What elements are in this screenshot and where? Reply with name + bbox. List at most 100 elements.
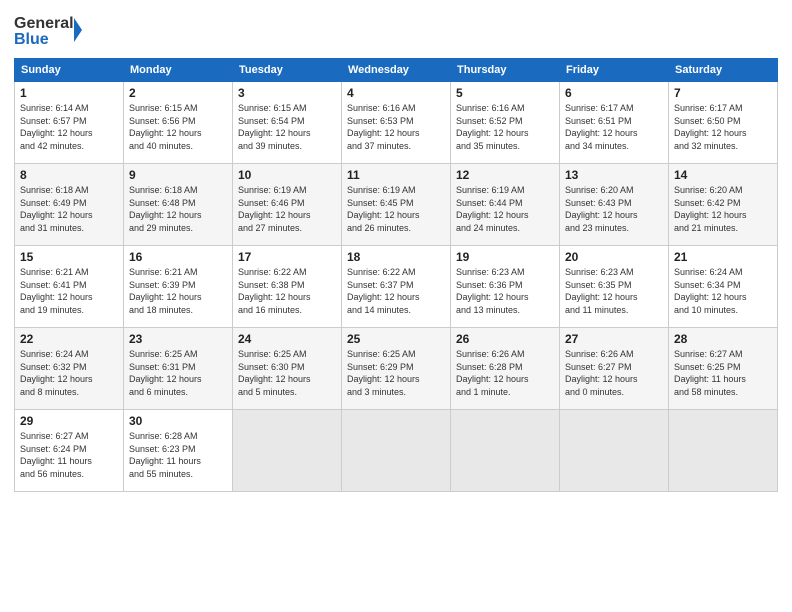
calendar-cell — [669, 410, 778, 492]
weekday-header: Sunday — [15, 59, 124, 82]
day-info: Sunrise: 6:25 AM Sunset: 6:29 PM Dayligh… — [347, 348, 445, 398]
day-info: Sunrise: 6:20 AM Sunset: 6:43 PM Dayligh… — [565, 184, 663, 234]
calendar-cell: 30 Sunrise: 6:28 AM Sunset: 6:23 PM Dayli… — [124, 410, 233, 492]
calendar-week-row: 22Sunrise: 6:24 AM Sunset: 6:32 PM Dayli… — [15, 328, 778, 410]
day-info: Sunrise: 6:25 AM Sunset: 6:31 PM Dayligh… — [129, 348, 227, 398]
day-number: 4 — [347, 86, 445, 100]
day-info: Sunrise: 6:22 AM Sunset: 6:37 PM Dayligh… — [347, 266, 445, 316]
day-info: Sunrise: 6:28 AM Sunset: 6:23 PM Dayligh… — [129, 430, 227, 480]
day-info: Sunrise: 6:18 AM Sunset: 6:48 PM Dayligh… — [129, 184, 227, 234]
calendar-cell: 10 Sunrise: 6:19 AM Sunset: 6:46 PM Dayli… — [233, 164, 342, 246]
weekday-header: Friday — [560, 59, 669, 82]
day-number: 23 — [129, 332, 227, 346]
day-info: Sunrise: 6:19 AM Sunset: 6:44 PM Dayligh… — [456, 184, 554, 234]
day-number: 19 — [456, 250, 554, 264]
day-info: Sunrise: 6:18 AM Sunset: 6:49 PM Dayligh… — [20, 184, 118, 234]
calendar-cell: 6Sunrise: 6:17 AM Sunset: 6:51 PM Daylig… — [560, 82, 669, 164]
calendar-cell: 18 Sunrise: 6:22 AM Sunset: 6:37 PM Dayli… — [342, 246, 451, 328]
day-info: Sunrise: 6:15 AM Sunset: 6:54 PM Dayligh… — [238, 102, 336, 152]
day-number: 11 — [347, 168, 445, 182]
calendar-cell: 13 Sunrise: 6:20 AM Sunset: 6:43 PM Dayli… — [560, 164, 669, 246]
calendar-cell: 16 Sunrise: 6:21 AM Sunset: 6:39 PM Dayli… — [124, 246, 233, 328]
day-number: 18 — [347, 250, 445, 264]
day-info: Sunrise: 6:27 AM Sunset: 6:25 PM Dayligh… — [674, 348, 772, 398]
calendar-cell: 20 Sunrise: 6:23 AM Sunset: 6:35 PM Dayli… — [560, 246, 669, 328]
day-number: 6 — [565, 86, 663, 100]
day-info: Sunrise: 6:26 AM Sunset: 6:27 PM Dayligh… — [565, 348, 663, 398]
svg-text:General: General — [14, 15, 74, 32]
calendar-cell: 11 Sunrise: 6:19 AM Sunset: 6:45 PM Dayli… — [342, 164, 451, 246]
day-number: 8 — [20, 168, 118, 182]
calendar-cell: 27 Sunrise: 6:26 AM Sunset: 6:27 PM Dayli… — [560, 328, 669, 410]
day-info: Sunrise: 6:19 AM Sunset: 6:45 PM Dayligh… — [347, 184, 445, 234]
weekday-header: Wednesday — [342, 59, 451, 82]
day-info: Sunrise: 6:23 AM Sunset: 6:35 PM Dayligh… — [565, 266, 663, 316]
day-info: Sunrise: 6:16 AM Sunset: 6:52 PM Dayligh… — [456, 102, 554, 152]
day-info: Sunrise: 6:21 AM Sunset: 6:41 PM Dayligh… — [20, 266, 118, 316]
day-number: 13 — [565, 168, 663, 182]
day-number: 12 — [456, 168, 554, 182]
calendar-cell: 5 Sunrise: 6:16 AM Sunset: 6:52 PM Daylig… — [451, 82, 560, 164]
calendar-cell: 3 Sunrise: 6:15 AM Sunset: 6:54 PM Daylig… — [233, 82, 342, 164]
calendar-cell — [451, 410, 560, 492]
day-number: 30 — [129, 414, 227, 428]
calendar-cell: 21Sunrise: 6:24 AM Sunset: 6:34 PM Dayli… — [669, 246, 778, 328]
day-number: 1 — [20, 86, 118, 100]
weekday-header: Tuesday — [233, 59, 342, 82]
day-info: Sunrise: 6:26 AM Sunset: 6:28 PM Dayligh… — [456, 348, 554, 398]
day-info: Sunrise: 6:21 AM Sunset: 6:39 PM Dayligh… — [129, 266, 227, 316]
calendar-cell: 8 Sunrise: 6:18 AM Sunset: 6:49 PM Daylig… — [15, 164, 124, 246]
calendar-cell — [233, 410, 342, 492]
day-info: Sunrise: 6:20 AM Sunset: 6:42 PM Dayligh… — [674, 184, 772, 234]
calendar-cell: 17 Sunrise: 6:22 AM Sunset: 6:38 PM Dayli… — [233, 246, 342, 328]
calendar-header-row: SundayMondayTuesdayWednesdayThursdayFrid… — [15, 59, 778, 82]
day-info: Sunrise: 6:23 AM Sunset: 6:36 PM Dayligh… — [456, 266, 554, 316]
day-number: 9 — [129, 168, 227, 182]
calendar-cell: 24 Sunrise: 6:25 AM Sunset: 6:30 PM Dayli… — [233, 328, 342, 410]
calendar-cell: 23 Sunrise: 6:25 AM Sunset: 6:31 PM Dayli… — [124, 328, 233, 410]
calendar-cell: 14 Sunrise: 6:20 AM Sunset: 6:42 PM Dayli… — [669, 164, 778, 246]
day-number: 10 — [238, 168, 336, 182]
day-number: 17 — [238, 250, 336, 264]
day-number: 29 — [20, 414, 118, 428]
calendar-cell: 1 Sunrise: 6:14 AM Sunset: 6:57 PM Daylig… — [15, 82, 124, 164]
calendar-cell: 28 Sunrise: 6:27 AM Sunset: 6:25 PM Dayli… — [669, 328, 778, 410]
day-number: 3 — [238, 86, 336, 100]
day-number: 25 — [347, 332, 445, 346]
calendar-cell — [342, 410, 451, 492]
calendar-week-row: 15Sunrise: 6:21 AM Sunset: 6:41 PM Dayli… — [15, 246, 778, 328]
calendar-cell: 12 Sunrise: 6:19 AM Sunset: 6:44 PM Dayli… — [451, 164, 560, 246]
calendar-cell — [560, 410, 669, 492]
calendar-cell: 25 Sunrise: 6:25 AM Sunset: 6:29 PM Dayli… — [342, 328, 451, 410]
calendar-cell: 22Sunrise: 6:24 AM Sunset: 6:32 PM Dayli… — [15, 328, 124, 410]
day-number: 5 — [456, 86, 554, 100]
day-info: Sunrise: 6:27 AM Sunset: 6:24 PM Dayligh… — [20, 430, 118, 480]
day-info: Sunrise: 6:25 AM Sunset: 6:30 PM Dayligh… — [238, 348, 336, 398]
day-number: 20 — [565, 250, 663, 264]
calendar-cell: 15Sunrise: 6:21 AM Sunset: 6:41 PM Dayli… — [15, 246, 124, 328]
day-number: 28 — [674, 332, 772, 346]
day-number: 24 — [238, 332, 336, 346]
day-number: 2 — [129, 86, 227, 100]
day-number: 14 — [674, 168, 772, 182]
day-number: 26 — [456, 332, 554, 346]
day-info: Sunrise: 6:22 AM Sunset: 6:38 PM Dayligh… — [238, 266, 336, 316]
day-info: Sunrise: 6:19 AM Sunset: 6:46 PM Dayligh… — [238, 184, 336, 234]
calendar-cell: 2Sunrise: 6:15 AM Sunset: 6:56 PM Daylig… — [124, 82, 233, 164]
logo: GeneralBlue — [14, 10, 84, 50]
calendar-week-row: 1 Sunrise: 6:14 AM Sunset: 6:57 PM Daylig… — [15, 82, 778, 164]
calendar: SundayMondayTuesdayWednesdayThursdayFrid… — [14, 58, 778, 492]
day-info: Sunrise: 6:14 AM Sunset: 6:57 PM Dayligh… — [20, 102, 118, 152]
weekday-header: Saturday — [669, 59, 778, 82]
day-number: 21 — [674, 250, 772, 264]
day-info: Sunrise: 6:17 AM Sunset: 6:50 PM Dayligh… — [674, 102, 772, 152]
calendar-cell: 7Sunrise: 6:17 AM Sunset: 6:50 PM Daylig… — [669, 82, 778, 164]
day-number: 22 — [20, 332, 118, 346]
day-number: 16 — [129, 250, 227, 264]
page-header: GeneralBlue — [14, 10, 778, 50]
weekday-header: Monday — [124, 59, 233, 82]
day-info: Sunrise: 6:16 AM Sunset: 6:53 PM Dayligh… — [347, 102, 445, 152]
day-number: 27 — [565, 332, 663, 346]
calendar-cell: 26 Sunrise: 6:26 AM Sunset: 6:28 PM Dayli… — [451, 328, 560, 410]
weekday-header: Thursday — [451, 59, 560, 82]
